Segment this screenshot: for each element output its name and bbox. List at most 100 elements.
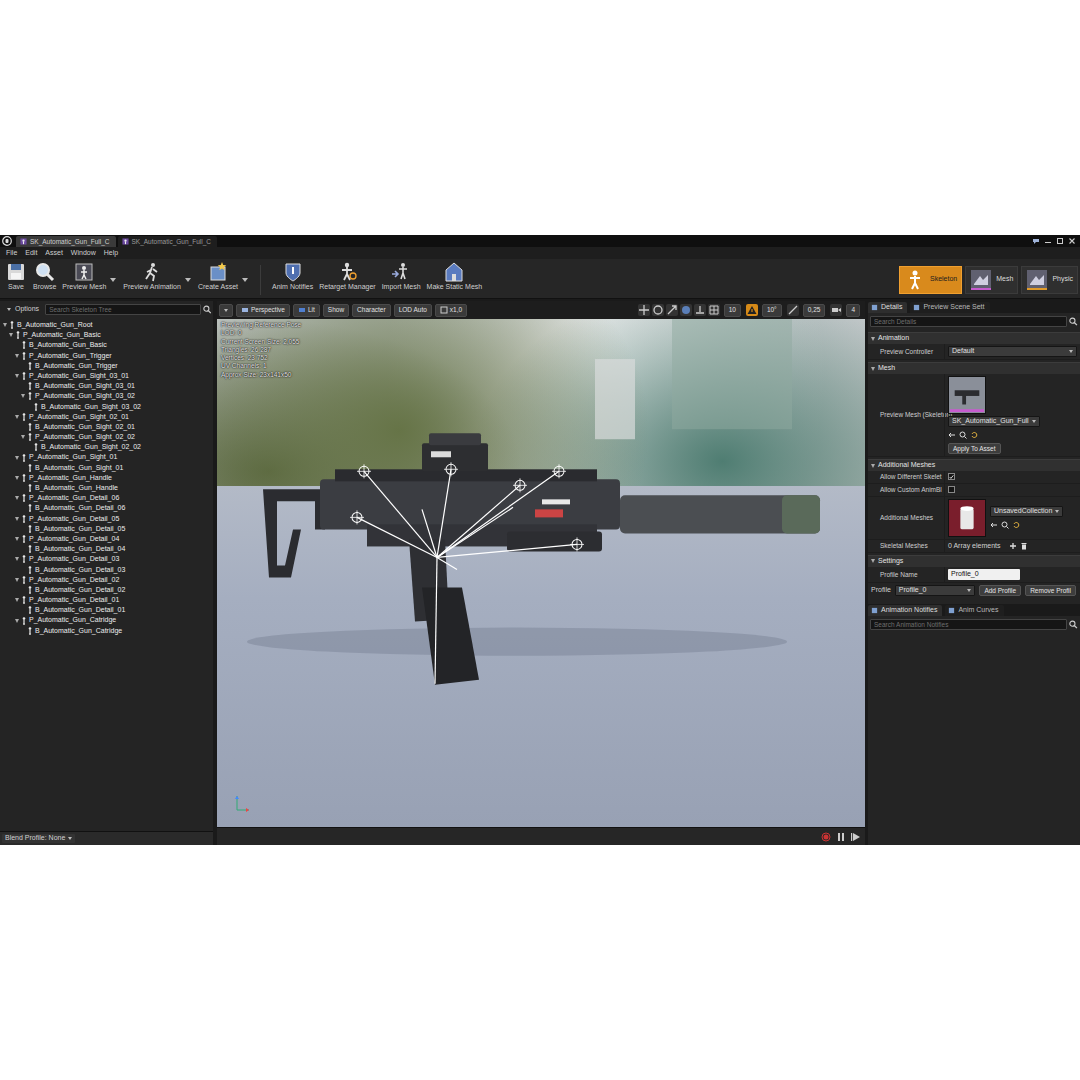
expand-arrow[interactable] (14, 516, 20, 522)
viewport-menu-button[interactable] (219, 304, 233, 317)
snap-value-button[interactable]: 10 (724, 304, 741, 317)
bone-row[interactable]: B_Automatic_Gun_Sight_03_01 (0, 381, 213, 391)
bone-row[interactable]: B_Automatic_Gun_Basic (0, 340, 213, 350)
asset-dropdown[interactable]: SK_Automatic_Gun_Full (948, 416, 1040, 427)
toolbar-dropdown-caret[interactable] (110, 278, 116, 282)
bone-row[interactable]: P_Automatic_Gun_Detail_06 (0, 493, 213, 503)
details-tab[interactable]: Details (868, 302, 907, 313)
bone-row[interactable]: P_Automatic_Gun_Handle (0, 473, 213, 483)
bone-row[interactable]: P_Automatic_Gun_Detail_01 (0, 595, 213, 605)
profile-name-field[interactable]: Profile_0 (948, 569, 1020, 580)
expand-arrow[interactable] (14, 373, 20, 379)
bone-row[interactable]: P_Automatic_Gun_Sight_02_01 (0, 412, 213, 422)
viewport-option-button[interactable]: Lit (293, 304, 320, 317)
details-section-header[interactable]: Mesh (868, 362, 1080, 374)
viewport-canvas[interactable]: Previewing Reference PoseLOD: 0Current S… (217, 319, 865, 827)
bone-row[interactable]: P_Automatic_Gun_Sight_03_02 (0, 391, 213, 401)
bone-row[interactable]: P_Automatic_Gun_Detail_02 (0, 575, 213, 585)
play-icon[interactable] (846, 832, 861, 842)
mode-button[interactable]: Physic (1021, 266, 1078, 294)
skeleton-search[interactable] (45, 304, 200, 315)
expand-arrow[interactable] (14, 577, 20, 583)
mode-button[interactable]: Mesh (965, 266, 1018, 294)
snap-value-button[interactable]: 10° (762, 304, 782, 317)
record-icon[interactable] (816, 832, 831, 842)
toolbar-dropdown-caret[interactable] (185, 278, 191, 282)
bone-row[interactable]: P_Automatic_Gun_Detail_03 (0, 554, 213, 564)
bone-row[interactable]: P_Automatic_Gun_Basic (0, 330, 213, 340)
expand-arrow[interactable] (20, 434, 26, 440)
profile-button[interactable]: Add Profile (979, 585, 1021, 596)
expand-arrow[interactable] (14, 556, 20, 562)
notifies-tab[interactable]: Anim Curves (945, 605, 1003, 616)
toolbar-button[interactable]: Browse (30, 261, 59, 291)
bone-row[interactable]: B_Automatic_Gun_Catridge (0, 626, 213, 636)
expand-arrow[interactable] (14, 618, 20, 624)
pause-icon[interactable] (831, 832, 846, 842)
checkbox[interactable] (948, 473, 955, 480)
options-button[interactable]: Options (2, 305, 41, 313)
toolbar-dropdown-caret[interactable] (242, 278, 248, 282)
bone-row[interactable]: B_Automatic_Gun_Sight_01 (0, 463, 213, 473)
bone-row[interactable]: B_Automatic_Gun_Detail_02 (0, 585, 213, 595)
profile-dropdown[interactable]: Profile_0 (895, 585, 976, 596)
bone-row[interactable]: B_Automatic_Gun_Detail_06 (0, 503, 213, 513)
bone-row[interactable]: B_Automatic_Gun_Sight_02_02 (0, 442, 213, 452)
expand-arrow[interactable] (20, 393, 26, 399)
expand-arrow[interactable] (2, 322, 8, 328)
bone-row[interactable]: B_Automatic_Gun_Detail_05 (0, 524, 213, 534)
controller-dropdown[interactable]: Default (948, 346, 1077, 357)
bone-row[interactable]: P_Automatic_Gun_Catridge (0, 615, 213, 625)
viewport-option-button[interactable]: Show (323, 304, 349, 317)
viewport-option-button[interactable]: Perspective (236, 304, 290, 317)
bone-row[interactable]: P_Automatic_Gun_Sight_02_02 (0, 432, 213, 442)
viewport-option-button[interactable]: x1,0 (435, 304, 467, 317)
bone-row[interactable]: B_Automatic_Gun_Handle (0, 483, 213, 493)
checkbox[interactable] (948, 486, 955, 493)
bone-row[interactable]: B_Automatic_Gun_Trigger (0, 361, 213, 371)
viewport-option-button[interactable]: Character (352, 304, 391, 317)
bone-row[interactable]: P_Automatic_Gun_Detail_04 (0, 534, 213, 544)
bone-row[interactable]: B_Automatic_Gun_Detail_01 (0, 605, 213, 615)
details-search[interactable] (870, 316, 1067, 327)
menu-item[interactable]: Help (100, 249, 122, 257)
bone-row[interactable]: P_Automatic_Gun_Trigger (0, 351, 213, 361)
toolbar-button[interactable]: Save (2, 261, 30, 291)
details-section-header[interactable]: Settings (868, 555, 1080, 567)
bone-row[interactable]: B_Automatic_Gun_Detail_04 (0, 544, 213, 554)
toolbar-button[interactable]: Retarget Manager (316, 261, 378, 291)
expand-arrow[interactable] (14, 455, 20, 461)
blend-profile-dropdown[interactable]: Blend Profile: None (2, 834, 75, 842)
menu-item[interactable]: File (2, 249, 21, 257)
details-section-header[interactable]: Animation (868, 332, 1080, 344)
bone-row[interactable]: P_Automatic_Gun_Sight_03_01 (0, 371, 213, 381)
expand-arrow[interactable] (8, 332, 14, 338)
profile-button[interactable]: Remove Profil (1025, 585, 1076, 596)
menu-item[interactable]: Edit (21, 249, 41, 257)
notifies-search[interactable] (870, 619, 1067, 630)
toolbar-button[interactable]: Preview Animation (120, 261, 184, 291)
mode-button[interactable]: Skeleton (899, 266, 962, 294)
details-tab[interactable]: Preview Scene Sett (910, 302, 989, 313)
menu-item[interactable]: Asset (41, 249, 67, 257)
expand-arrow[interactable] (14, 536, 20, 542)
toolbar-button[interactable]: Make Static Mesh (424, 261, 486, 291)
apply-to-asset-button[interactable]: Apply To Asset (948, 443, 1001, 454)
bone-row[interactable]: B_Automatic_Gun_Sight_03_02 (0, 402, 213, 412)
details-section-header[interactable]: Additional Meshes (868, 459, 1080, 471)
expand-arrow[interactable] (14, 495, 20, 501)
bone-row[interactable]: B_Automatic_Gun_Detail_03 (0, 565, 213, 575)
bone-row[interactable]: B_Automatic_Gun_Sight_02_01 (0, 422, 213, 432)
notifies-tab[interactable]: Animation Notifies (868, 605, 942, 616)
viewport-option-button[interactable]: LOD Auto (394, 304, 432, 317)
snap-value-button[interactable]: 4 (846, 304, 860, 317)
document-tab[interactable]: SK_Automatic_Gun_Full_C (118, 236, 218, 247)
expand-arrow[interactable] (14, 475, 20, 481)
document-tab[interactable]: SK_Automatic_Gun_Full_C (16, 236, 116, 247)
toolbar-button[interactable]: Create Asset (195, 261, 241, 291)
snap-value-button[interactable]: 0,25 (803, 304, 826, 317)
menu-item[interactable]: Window (67, 249, 100, 257)
toolbar-button[interactable]: Anim Notifies (269, 261, 316, 291)
toolbar-button[interactable]: Import Mesh (379, 261, 424, 291)
expand-arrow[interactable] (14, 597, 20, 603)
